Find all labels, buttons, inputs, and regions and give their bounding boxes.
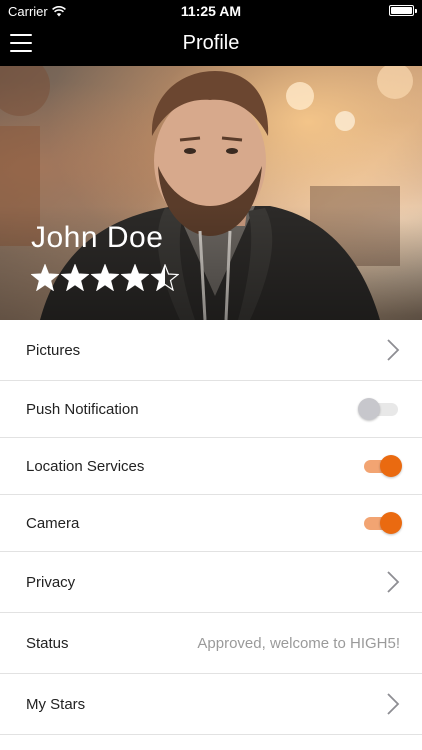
- row-status: Status Approved, welcome to HIGH5!: [0, 613, 422, 674]
- row-pictures[interactable]: Pictures: [0, 320, 422, 381]
- row-label: Status: [26, 634, 69, 652]
- status-value: Approved, welcome to HIGH5!: [197, 634, 400, 652]
- row-my-stars[interactable]: My Stars: [0, 674, 422, 735]
- star-full-icon: [121, 264, 149, 291]
- row-label: Location Services: [26, 457, 145, 475]
- row-label: Privacy: [26, 573, 76, 591]
- row-push-notification: Push Notification: [0, 381, 422, 438]
- row-privacy[interactable]: Privacy: [0, 552, 422, 613]
- push-notification-toggle[interactable]: [358, 398, 400, 420]
- chevron-right-icon: [387, 693, 400, 715]
- battery-icon: [389, 5, 417, 16]
- profile-header: John Doe: [0, 66, 422, 320]
- star-full-icon: [31, 264, 59, 291]
- status-bar: Carrier 11:25 AM: [0, 0, 422, 22]
- star-full-icon: [61, 264, 89, 291]
- chevron-right-icon: [387, 339, 400, 361]
- profile-name: John Doe: [31, 221, 164, 254]
- row-camera: Camera: [0, 495, 422, 552]
- row-location-services: Location Services: [0, 438, 422, 495]
- row-label: Push Notification: [26, 400, 139, 418]
- star-rating: [31, 264, 179, 291]
- page-title: Profile: [182, 32, 240, 54]
- status-time: 11:25 AM: [180, 3, 242, 19]
- row-label: Pictures: [26, 341, 81, 359]
- chevron-right-icon: [387, 571, 400, 593]
- star-full-icon: [91, 264, 119, 291]
- navigation-bar: Profile: [0, 22, 422, 66]
- camera-toggle[interactable]: [362, 512, 402, 534]
- location-services-toggle[interactable]: [362, 455, 402, 477]
- row-label: Camera: [26, 514, 80, 532]
- star-half-icon: [151, 264, 179, 291]
- row-label: My Stars: [26, 695, 86, 713]
